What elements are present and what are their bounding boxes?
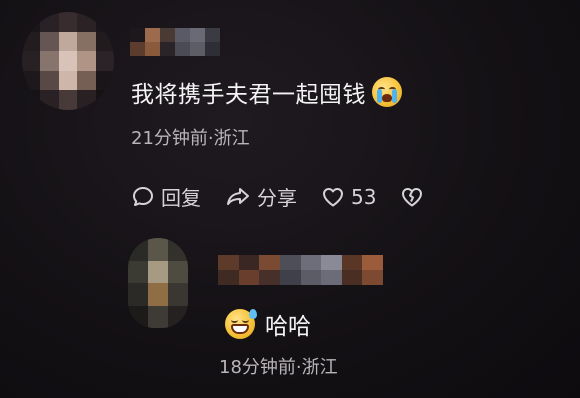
- reply-text: 哈哈: [225, 307, 311, 341]
- share-label: 分享: [257, 186, 297, 210]
- broken-heart-icon: [400, 185, 424, 209]
- comment-text: 我将携手夫君一起囤钱: [131, 75, 402, 109]
- comment-actions: 回复 分享 53: [131, 182, 448, 211]
- share-button[interactable]: 分享: [225, 182, 297, 211]
- comment-body: 我将携手夫君一起囤钱: [131, 82, 366, 108]
- reply-button[interactable]: 回复: [131, 182, 201, 211]
- dislike-button[interactable]: [400, 185, 424, 209]
- reply-bubble-icon: [131, 185, 155, 209]
- grinning-sweat-emoji-icon: [225, 309, 257, 339]
- replier-avatar[interactable]: [128, 238, 188, 328]
- commenter-username[interactable]: [130, 28, 220, 56]
- heart-icon: [321, 185, 345, 209]
- share-arrow-icon: [225, 185, 251, 209]
- reply-label: 回复: [161, 186, 201, 210]
- reply-body: 哈哈: [265, 314, 311, 340]
- crying-face-emoji-icon: [372, 77, 402, 107]
- replier-username[interactable]: [218, 255, 383, 285]
- reply-meta: 18分钟前·浙江: [219, 357, 338, 378]
- like-button[interactable]: 53: [321, 185, 376, 209]
- commenter-avatar[interactable]: [22, 12, 114, 110]
- like-count: 53: [351, 184, 377, 209]
- comment-meta: 21分钟前·浙江: [131, 128, 250, 149]
